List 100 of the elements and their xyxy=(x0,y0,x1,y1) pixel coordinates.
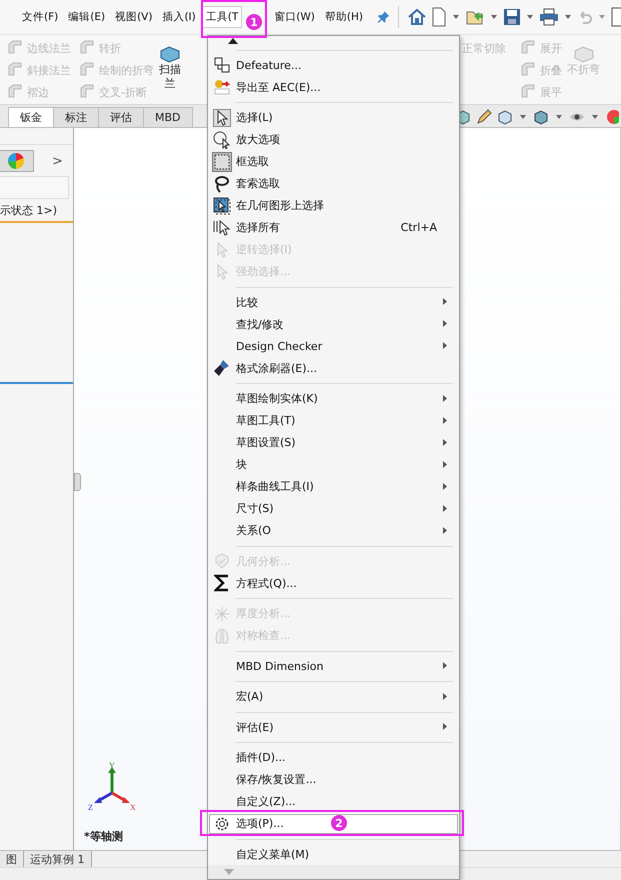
view-name: *等轴测 xyxy=(84,829,123,844)
submenu-arrow-icon xyxy=(443,460,447,468)
menu-item[interactable]: 放大选项 xyxy=(208,128,459,151)
cube-icon[interactable] xyxy=(533,109,549,125)
appearance-button[interactable] xyxy=(0,150,34,172)
bent-sheet-icon xyxy=(79,62,95,78)
menu-item[interactable]: Defeature... xyxy=(208,54,459,76)
submenu-arrow-icon xyxy=(443,482,447,490)
caret-icon[interactable] xyxy=(520,115,526,119)
ribbon-button[interactable]: 扫描 兰 xyxy=(157,37,183,104)
select-box-icon xyxy=(213,196,231,215)
bent-sheet-icon xyxy=(7,84,23,100)
submenu-arrow-icon xyxy=(443,692,447,700)
menu-item[interactable]: 草图设置(S) xyxy=(208,432,459,454)
caret-icon[interactable] xyxy=(592,115,598,119)
tab[interactable]: 钣金 xyxy=(8,107,54,127)
menu-item[interactable]: 块 xyxy=(208,454,459,476)
thickness-icon xyxy=(213,606,231,622)
menu-item[interactable]: Design Checker xyxy=(208,335,459,358)
tab[interactable]: 标注 xyxy=(53,107,99,127)
sheet-tray-icon xyxy=(572,45,594,63)
axis-label: X xyxy=(130,803,136,811)
export-icon xyxy=(213,79,231,96)
tab[interactable]: MBD xyxy=(143,107,193,127)
scroll-up-icon[interactable] xyxy=(228,38,238,44)
menu-item[interactable]: 在几何图形上选择 xyxy=(208,194,459,217)
caret-icon[interactable] xyxy=(527,15,533,19)
menu-item[interactable]: 格式涂刷器(E)... xyxy=(208,357,459,380)
color-wheel-icon xyxy=(7,152,25,170)
menu-item[interactable]: 自定义菜单(M) xyxy=(208,843,459,866)
menu-item[interactable]: 选择所有 Ctrl+A xyxy=(208,216,459,239)
menu-bar-item[interactable]: 视图(V) xyxy=(111,6,156,28)
caret-icon[interactable] xyxy=(599,15,605,19)
highlight-frame xyxy=(201,0,267,38)
tab[interactable]: 评估 xyxy=(98,107,144,127)
filter-field[interactable] xyxy=(0,176,69,199)
menu-item[interactable]: 插件(D)... xyxy=(208,746,459,769)
bent-sheet-icon xyxy=(520,62,536,78)
menu-bar-item[interactable]: 工具(T xyxy=(202,6,242,28)
caret-icon[interactable] xyxy=(556,115,562,119)
home-icon[interactable] xyxy=(407,7,427,27)
menu-item[interactable]: 保存/恢复设置... xyxy=(208,768,459,791)
submenu-arrow-icon xyxy=(443,320,447,328)
submenu-arrow-icon xyxy=(443,438,447,446)
menu-item[interactable]: 样条曲线工具(I) xyxy=(208,476,459,498)
submenu-arrow-icon xyxy=(443,504,447,512)
menu-item[interactable]: MBD Dimension xyxy=(208,655,459,678)
new-document-icon[interactable] xyxy=(431,7,447,27)
bent-sheet-icon xyxy=(7,62,23,78)
lasso-icon xyxy=(214,174,230,193)
z-axis-arrow xyxy=(94,792,113,803)
menu-item[interactable]: 导出至 AEC(E)... xyxy=(208,76,459,98)
save-icon[interactable] xyxy=(503,8,521,26)
parts-icon xyxy=(214,57,230,74)
menu-item[interactable]: 框选取 xyxy=(208,150,459,173)
submenu-arrow-icon xyxy=(443,298,447,306)
select-icon[interactable] xyxy=(611,7,621,27)
shield-icon xyxy=(214,553,230,570)
menu-bar-item[interactable]: 帮助(H) xyxy=(320,6,367,28)
caret-icon[interactable] xyxy=(565,15,571,19)
pin-icon[interactable] xyxy=(376,10,390,24)
menu-item[interactable]: 关系(O xyxy=(208,520,459,542)
pencil-icon[interactable] xyxy=(476,109,492,125)
menu-bar-item[interactable]: 插入(I) xyxy=(158,6,200,28)
submenu-arrow-icon xyxy=(443,394,447,402)
menu-item[interactable]: 选择(L) xyxy=(208,106,459,129)
printer-icon[interactable] xyxy=(539,8,559,26)
menu-item[interactable]: 草图工具(T) xyxy=(208,410,459,432)
pointer-icon xyxy=(213,108,231,127)
menu-bar-item[interactable]: 编辑(E) xyxy=(64,6,110,28)
menu-item[interactable]: 草图绘制实体(K) xyxy=(208,388,459,410)
menu-item[interactable]: 尺寸(S) xyxy=(208,498,459,520)
submenu-arrow-icon xyxy=(443,526,447,534)
scroll-right-button[interactable]: > xyxy=(52,154,63,168)
menu-item[interactable]: 评估(E) xyxy=(208,716,459,738)
menu-bar-item[interactable]: 文件(F) xyxy=(18,6,62,28)
bottom-tab[interactable]: 图 xyxy=(0,851,24,867)
y-axis-arrow xyxy=(108,767,116,793)
panel-handle[interactable] xyxy=(74,473,81,491)
submenu-arrow-icon xyxy=(443,662,447,670)
submenu-arrow-icon xyxy=(443,723,447,730)
sheet-tray-icon xyxy=(159,45,181,63)
menu-bar-item[interactable]: 窗口(W) xyxy=(270,6,319,28)
bent-sheet-icon xyxy=(520,84,536,100)
menu-item[interactable]: 查找/修改 xyxy=(208,313,459,336)
menu-item[interactable]: 比较 xyxy=(208,291,459,314)
menu-item[interactable]: 宏(A) xyxy=(208,686,459,708)
settings-icon xyxy=(214,816,230,832)
dashed-box-icon xyxy=(212,152,232,172)
menu-item[interactable]: 方程式(Q)... xyxy=(208,572,459,594)
cube-icon[interactable] xyxy=(497,109,513,125)
caret-icon[interactable] xyxy=(491,15,497,19)
bottom-tab[interactable]: 运动算例 1 xyxy=(24,851,92,867)
pointers-icon xyxy=(212,218,232,237)
sigma-icon xyxy=(214,574,230,592)
bent-sheet-icon xyxy=(7,40,23,56)
caret-icon[interactable] xyxy=(453,15,459,19)
submenu-arrow-icon xyxy=(443,416,447,424)
menu-item[interactable]: 自定义(Z)... xyxy=(208,790,459,813)
menu-item[interactable]: 套索选取 xyxy=(208,172,459,195)
